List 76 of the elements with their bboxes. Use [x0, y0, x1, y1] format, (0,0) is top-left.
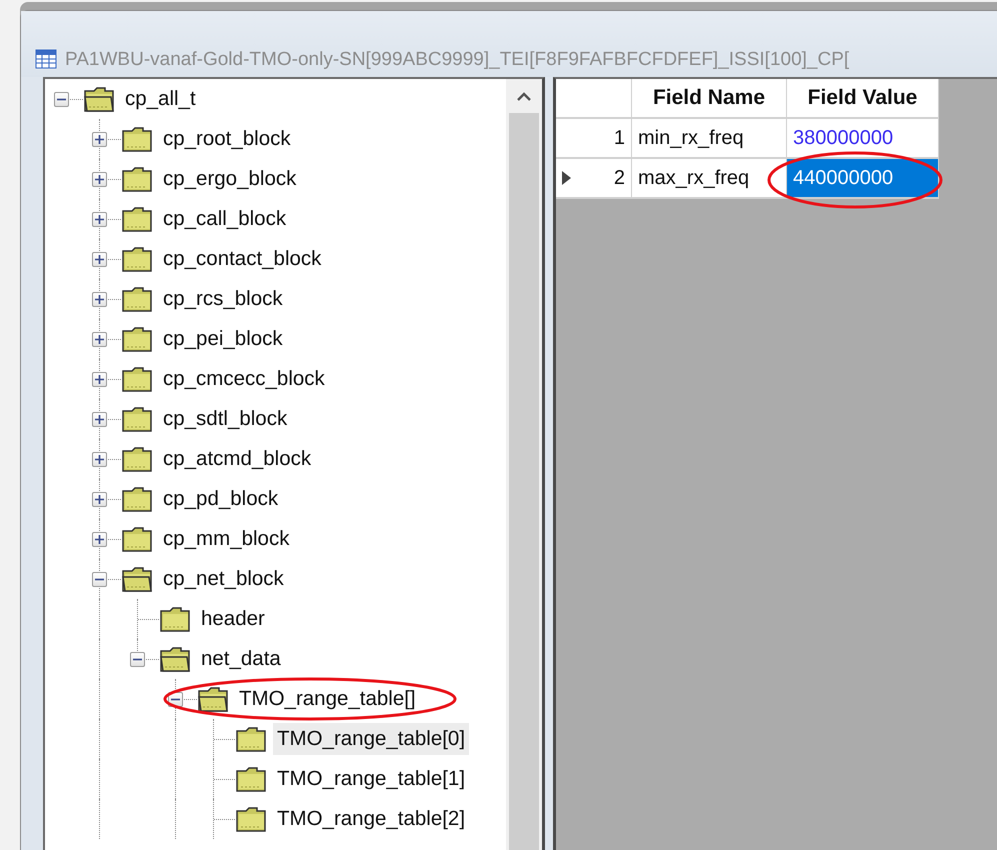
folder-icon	[121, 125, 153, 153]
table-cell: min_rx_freq	[632, 119, 787, 159]
row-number: 1	[614, 126, 625, 150]
expand-button[interactable]	[92, 332, 107, 347]
plus-icon	[95, 255, 104, 264]
folder-icon	[121, 445, 153, 473]
open-folder-icon	[159, 645, 191, 673]
expand-button[interactable]	[92, 292, 107, 307]
expand-button[interactable]	[92, 452, 107, 467]
tree-item[interactable]: cp_all_t	[121, 83, 200, 115]
folder-icon	[121, 325, 153, 353]
plus-icon	[95, 415, 104, 424]
folder-icon	[121, 485, 153, 513]
caret-up-icon	[517, 92, 531, 100]
plus-icon	[95, 215, 104, 224]
tree-item[interactable]: TMO_range_table[2]	[273, 803, 470, 835]
tree-item[interactable]: header	[197, 603, 269, 635]
tree-item[interactable]: cp_atcmd_block	[159, 443, 316, 475]
collapse-button[interactable]	[92, 572, 107, 587]
tree-item[interactable]: cp_ergo_block	[159, 163, 300, 195]
tree-item[interactable]: cp_pd_block	[159, 483, 282, 515]
plus-icon	[95, 175, 104, 184]
folder-icon	[121, 365, 153, 393]
tree-item[interactable]: cp_pei_block	[159, 323, 287, 355]
expand-button[interactable]	[92, 492, 107, 507]
folder-icon	[121, 285, 153, 313]
expand-button[interactable]	[92, 372, 107, 387]
collapse-button[interactable]	[130, 652, 145, 667]
folder-icon	[121, 525, 153, 553]
open-folder-icon	[197, 685, 229, 713]
scrollbar-thumb[interactable]	[509, 113, 539, 850]
table-cell[interactable]: 440000000	[787, 159, 939, 199]
column-header[interactable]: Field Value	[787, 79, 939, 119]
row-number: 2	[614, 166, 625, 190]
tree-item[interactable]: cp_contact_block	[159, 243, 326, 275]
expand-button[interactable]	[92, 252, 107, 267]
expand-button[interactable]	[92, 532, 107, 547]
table-icon	[35, 49, 57, 69]
tree-item[interactable]: cp_sdtl_block	[159, 403, 292, 435]
row-header[interactable]: 1	[556, 119, 632, 159]
tree-item[interactable]: cp_mm_block	[159, 523, 294, 555]
open-folder-icon	[121, 565, 153, 593]
table-cell[interactable]: 380000000	[787, 119, 939, 159]
folder-icon	[121, 405, 153, 433]
plus-icon	[95, 535, 104, 544]
open-folder-icon	[83, 85, 115, 113]
tree-item[interactable]: cp_call_block	[159, 203, 290, 235]
plus-icon	[95, 455, 104, 464]
collapse-button[interactable]	[54, 92, 69, 107]
column-header[interactable]: Field Name	[632, 79, 787, 119]
folder-icon	[121, 245, 153, 273]
folder-icon	[121, 205, 153, 233]
plus-icon	[95, 335, 104, 344]
plus-icon	[95, 375, 104, 384]
folder-icon	[121, 165, 153, 193]
row-header[interactable]: 2	[556, 159, 632, 199]
plus-icon	[95, 495, 104, 504]
tree-item[interactable]: cp_cmcecc_block	[159, 363, 329, 395]
expand-button[interactable]	[92, 412, 107, 427]
folder-icon	[159, 605, 191, 633]
folder-icon	[235, 765, 267, 793]
tree-item[interactable]: cp_net_block	[159, 563, 288, 595]
expand-button[interactable]	[92, 132, 107, 147]
plus-icon	[95, 135, 104, 144]
expand-button[interactable]	[92, 172, 107, 187]
window-title: PA1WBU-vanaf-Gold-TMO-only-SN[999ABC9999]_TEI[F8F9FAFBFCFDFEF]_ISSI[100]_CP[	[65, 49, 850, 72]
folder-icon	[235, 805, 267, 833]
table-cell: max_rx_freq	[632, 159, 787, 199]
tree-item[interactable]: cp_rcs_block	[159, 283, 287, 315]
folder-icon	[235, 725, 267, 753]
plus-icon	[95, 295, 104, 304]
tree-item[interactable]: cp_root_block	[159, 123, 295, 155]
tree-item[interactable]: TMO_range_table[1]	[273, 763, 470, 795]
expand-button[interactable]	[92, 212, 107, 227]
tree-item[interactable]: TMO_range_table[0]	[273, 723, 470, 755]
tree-item[interactable]: net_data	[197, 643, 285, 675]
